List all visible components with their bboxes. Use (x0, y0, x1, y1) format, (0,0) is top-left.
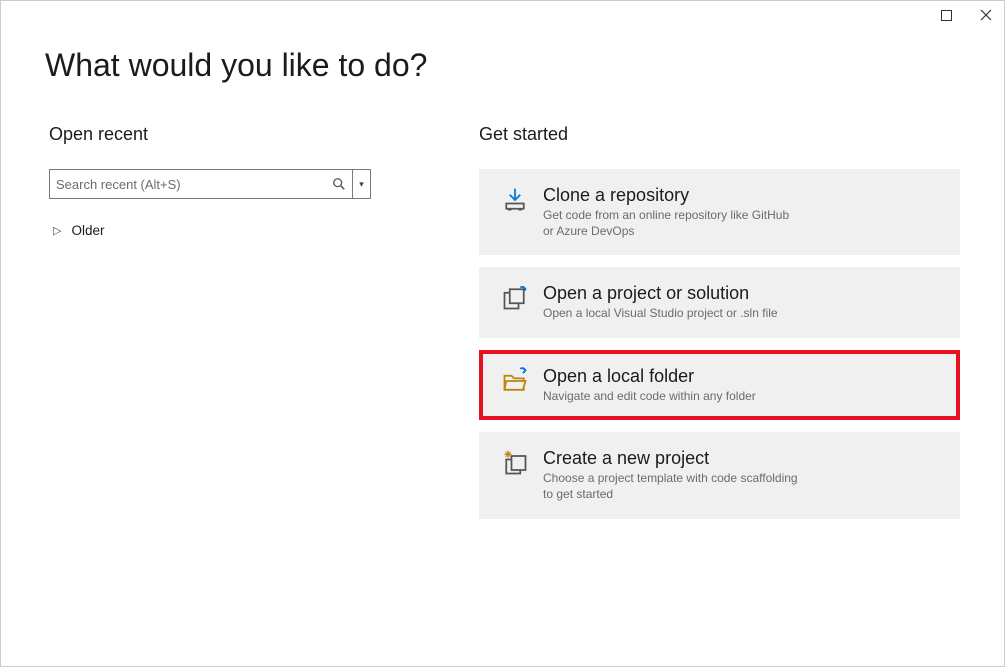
search-row: ▾ (49, 169, 419, 199)
action-title: Open a local folder (543, 366, 938, 387)
get-started-section: Get started Clone a repository Get code … (479, 124, 960, 519)
search-input[interactable] (50, 177, 332, 192)
chevron-right-icon: ▷ (53, 224, 61, 237)
search-dropdown[interactable]: ▾ (353, 169, 371, 199)
clone-icon (497, 185, 533, 214)
action-desc: Get code from an online repository like … (543, 208, 803, 239)
action-desc: Navigate and edit code within any folder (543, 389, 803, 405)
action-desc: Open a local Visual Studio project or .s… (543, 306, 803, 322)
new-project-icon (497, 448, 533, 477)
page-title: What would you like to do? (1, 29, 1004, 84)
action-list: Clone a repository Get code from an onli… (479, 169, 960, 519)
get-started-heading: Get started (479, 124, 960, 145)
action-open-project[interactable]: Open a project or solution Open a local … (479, 267, 960, 338)
open-recent-section: Open recent ▾ ▷ Older (49, 124, 419, 519)
maximize-button[interactable] (936, 5, 956, 25)
action-create-new-project[interactable]: Create a new project Choose a project te… (479, 432, 960, 518)
recent-group-label: Older (71, 223, 104, 238)
action-desc: Choose a project template with code scaf… (543, 471, 803, 502)
open-recent-heading: Open recent (49, 124, 419, 145)
action-text: Open a project or solution Open a local … (533, 283, 938, 322)
recent-group-older[interactable]: ▷ Older (49, 215, 419, 238)
chevron-down-icon: ▾ (359, 179, 364, 190)
action-clone-repository[interactable]: Clone a repository Get code from an onli… (479, 169, 960, 255)
search-icon[interactable] (332, 177, 352, 191)
open-project-icon (497, 283, 533, 312)
action-title: Open a project or solution (543, 283, 938, 304)
close-button[interactable] (976, 5, 996, 25)
action-text: Create a new project Choose a project te… (533, 448, 938, 502)
action-text: Open a local folder Navigate and edit co… (533, 366, 938, 405)
titlebar (1, 1, 1004, 29)
main-content: Open recent ▾ ▷ Older Get started (1, 84, 1004, 519)
action-title: Clone a repository (543, 185, 938, 206)
action-text: Clone a repository Get code from an onli… (533, 185, 938, 239)
search-container[interactable] (49, 169, 353, 199)
action-title: Create a new project (543, 448, 938, 469)
action-open-local-folder[interactable]: Open a local folder Navigate and edit co… (479, 350, 960, 421)
folder-open-icon (497, 366, 533, 395)
